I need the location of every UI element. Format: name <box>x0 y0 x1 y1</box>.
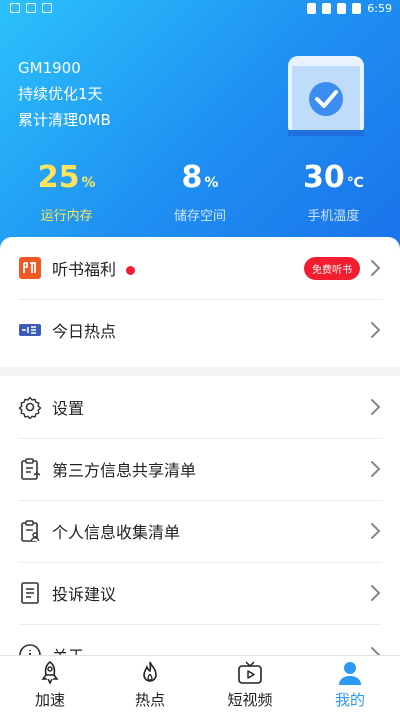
chevron-right-icon <box>371 399 381 415</box>
stat-storage: 8% 储存空间 <box>133 160 266 224</box>
stat-storage-label: 储存空间 <box>173 209 226 224</box>
menu-item-label: 今日热点 <box>52 322 117 341</box>
clipboard-share-icon <box>18 457 42 481</box>
stats-row: 25% 运行内存 8% 储存空间 30 ℃ 手机温度 <box>0 160 400 224</box>
tab-mine[interactable]: 我的 <box>300 656 400 712</box>
bottom-tab-bar: 加速 热点 短视频 我的 <box>0 655 400 712</box>
chevron-right-icon <box>371 585 381 601</box>
tab-short-video[interactable]: 短视频 <box>200 656 300 712</box>
status-bar: 6:59 <box>0 0 400 20</box>
header-panel: 6:59 GM1900 持续优化1天 累计清理0MB 25% 运行内存 8% 储… <box>0 0 400 250</box>
red-dot-badge <box>126 266 136 275</box>
video-icon <box>238 661 262 684</box>
optimized-days: 持续优化1天 <box>18 85 103 103</box>
menu-item-about[interactable]: 关于 <box>0 624 400 656</box>
menu-item-complaints[interactable]: 投诉建议 <box>0 562 400 624</box>
notification-icon <box>10 3 20 13</box>
location-icon <box>307 3 317 14</box>
settings-card: 设置 第三方信息共享清单 个人信息收集清单 投诉建议 关于 <box>0 376 400 656</box>
chevron-right-icon <box>371 322 381 338</box>
tab-label: 热点 <box>134 691 165 709</box>
stat-temperature: 30 ℃ 手机温度 <box>267 160 400 224</box>
menu-item-third-party-sharing[interactable]: 第三方信息共享清单 <box>0 438 400 500</box>
phone-check-illustration <box>288 56 364 136</box>
device-info: GM1900 持续优化1天 累计清理0MB <box>18 55 111 133</box>
gear-icon <box>18 395 42 419</box>
chevron-right-icon <box>371 523 381 539</box>
feature-card: 听书福利 免费听书 今日热点 <box>0 237 400 367</box>
tab-label: 短视频 <box>227 691 273 709</box>
chevron-right-icon <box>371 260 381 276</box>
battery-icon <box>352 3 362 14</box>
stat-temperature-unit: ℃ <box>346 175 364 191</box>
flame-icon <box>143 661 157 682</box>
status-time: 6:59 <box>367 2 392 15</box>
news-icon <box>18 318 42 342</box>
tab-label: 我的 <box>334 691 365 709</box>
stat-memory: 25% 运行内存 <box>0 160 133 224</box>
stat-storage-unit: % <box>204 175 219 191</box>
menu-item-today-hot[interactable]: 今日热点 <box>0 299 400 361</box>
app-icon <box>42 3 52 13</box>
headphone-book-icon <box>18 256 42 280</box>
stat-storage-value: 8 <box>181 160 203 195</box>
menu-item-label: 听书福利 <box>52 256 304 280</box>
signal-icon <box>337 3 347 14</box>
stat-memory-unit: % <box>81 175 96 191</box>
menu-item-listen-benefits[interactable]: 听书福利 免费听书 <box>0 237 400 299</box>
menu-item-label: 个人信息收集清单 <box>52 523 181 542</box>
stat-memory-value: 25 <box>37 160 80 195</box>
image-icon <box>26 3 36 13</box>
menu-item-label: 设置 <box>52 399 85 418</box>
device-model: GM1900 <box>18 59 81 77</box>
menu-item-label: 投诉建议 <box>52 585 117 604</box>
user-icon <box>339 662 361 685</box>
clipboard-user-icon <box>18 519 42 543</box>
document-icon <box>18 581 42 605</box>
free-listen-badge: 免费听书 <box>304 256 360 280</box>
menu-item-label: 第三方信息共享清单 <box>52 461 197 480</box>
stat-memory-label: 运行内存 <box>40 209 93 224</box>
wifi-icon <box>322 3 332 14</box>
stat-temperature-label: 手机温度 <box>307 209 360 224</box>
tab-label: 加速 <box>34 691 65 709</box>
cleaned-total: 累计清理0MB <box>18 111 111 129</box>
menu-item-settings[interactable]: 设置 <box>0 376 400 438</box>
rocket-icon <box>41 660 59 685</box>
menu-item-personal-info[interactable]: 个人信息收集清单 <box>0 500 400 562</box>
tab-hot[interactable]: 热点 <box>100 656 200 712</box>
stat-temperature-value: 30 <box>302 160 345 195</box>
chevron-right-icon <box>371 461 381 477</box>
tab-accelerate[interactable]: 加速 <box>0 656 100 712</box>
